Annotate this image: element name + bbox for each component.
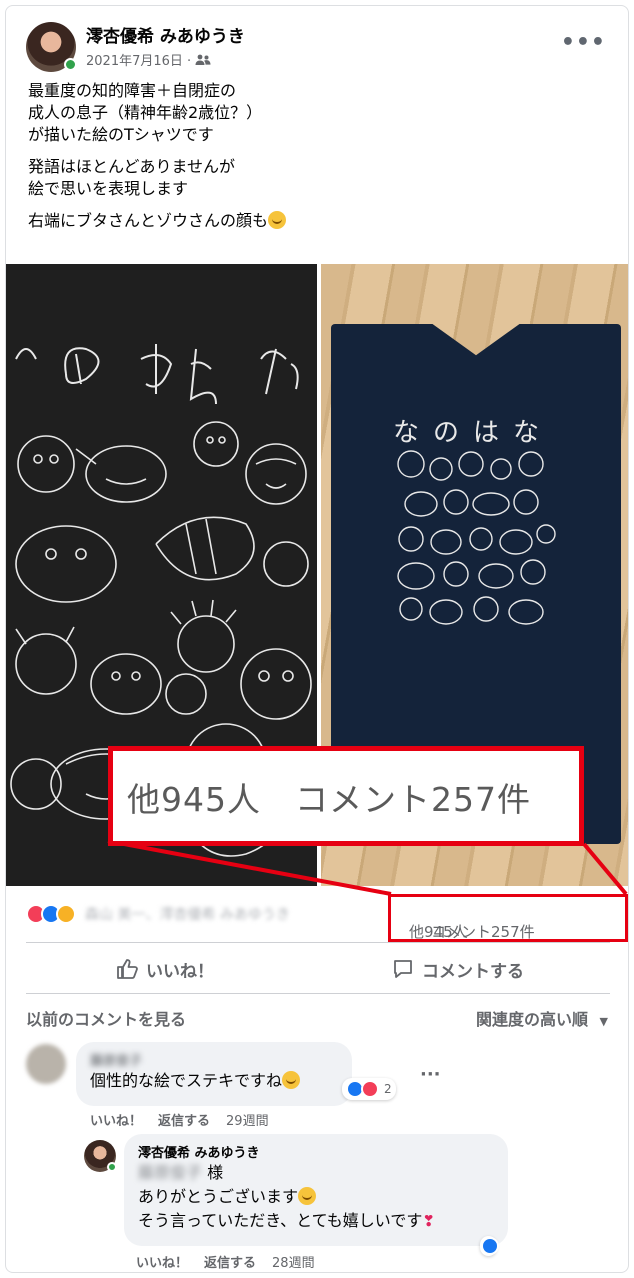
comment-timestamp[interactable]: 29週間 [226,1110,269,1129]
reply-addressee[interactable]: 藤原俊子 [138,1163,202,1182]
more-options-icon[interactable]: ••• [561,30,606,55]
smile-emoji-icon [298,1187,317,1205]
love-reaction-icon [361,1080,379,1098]
heart-exclamation-icon: ❣ [422,1212,435,1230]
comment-button[interactable]: コメントする [392,951,524,987]
comment-bubble: 藤原俊子 個性的な絵でステキですね [76,1042,352,1106]
post-meta: 2021年7月16日 · [86,50,211,69]
callout-magnified-counts: 他945人 コメント257件 [108,746,584,846]
online-status-dot [107,1162,117,1172]
comments-count[interactable]: コメント257件 [431,921,535,942]
reply-bubble: 澪杏優希 みあゆうき 藤原俊子 様 ありがとうございます そう言っていただき、と… [124,1134,508,1246]
divider-bottom [26,993,610,994]
commenter-avatar[interactable] [26,1044,66,1084]
online-status-dot [64,58,77,71]
callout-text: 他945人 コメント257件 [127,780,531,819]
comment-reply-link[interactable]: 返信する [158,1110,210,1129]
post-paragraph-2: 発語はほとんどありませんが 絵で思いを表現します [28,157,236,198]
reply-author-avatar[interactable] [84,1140,117,1172]
post-author-name[interactable]: 澪杏優希 みあゆうき [86,22,245,47]
reactor-names[interactable]: 森山 美一、澪杏優希 みあゆうき [85,904,290,924]
comment-reactions[interactable]: 2 [342,1078,396,1100]
divider-top [26,942,610,943]
chevron-down-icon: ▼ [599,1015,608,1028]
smile-emoji-icon [282,1071,301,1089]
post-paragraph-1: 最重度の知的障害＋自閉症の 成人の息子（精神年齢2歳位？） が描いた絵のTシャツ… [28,81,263,144]
comment-reaction-count: 2 [384,1082,392,1096]
like-button[interactable]: いいね！ [116,951,214,987]
facebook-post-card: 澪杏優希 みあゆうき 2021年7月16日 · ••• 最重度の知的障害＋自閉症… [5,5,629,1273]
comment-like-link[interactable]: いいね！ [90,1110,142,1129]
commenter-name[interactable]: 藤原俊子 [90,1050,338,1069]
reply-actions: いいね！ 返信する 28週間 [136,1252,315,1271]
thumbs-up-icon [117,959,138,979]
comment-button-label: コメントする [422,961,524,982]
comment-text: 個性的な絵でステキですね [90,1069,338,1093]
reply-reactions[interactable] [480,1236,499,1256]
reaction-counts-highlight: 他945人 コメント257件 [388,894,628,942]
sort-label: 関連度の高い順 [475,1010,588,1029]
reply-honorific: 様 [207,1163,224,1182]
reply-timestamp[interactable]: 28週間 [272,1252,315,1271]
comment-sort-dropdown[interactable]: 関連度の高い順 ▼ [476,1006,608,1030]
comment-bubble-icon [394,960,412,978]
like-button-label: いいね！ [146,961,214,982]
reply-author-name[interactable]: 澪杏優希 みあゆうき [138,1142,494,1161]
care-reaction-icon [56,904,76,924]
reply-reply-link[interactable]: 返信する [204,1252,256,1271]
audience-friends-icon[interactable] [195,54,211,66]
reply-addressee-line: 藤原俊子 様 [138,1161,494,1185]
view-previous-comments-link[interactable]: 以前のコメントを見る [26,1006,186,1030]
reply-like-link[interactable]: いいね！ [136,1252,188,1271]
reply-text-line-2: そう言っていただき、とても嬉しいです❣ [138,1211,435,1230]
comment-actions: いいね！ 返信する 29週間 [90,1110,269,1129]
post-body: 最重度の知的障害＋自閉症の 成人の息子（精神年齢2歳位？） が描いた絵のTシャツ… [28,80,608,242]
like-reaction-icon [481,1237,499,1255]
post-date[interactable]: 2021年7月16日 · [86,50,191,69]
reaction-summary[interactable]: 森山 美一、澪杏優希 みあゆうき [26,904,290,924]
smile-emoji-icon [268,211,287,229]
author-avatar[interactable] [26,22,77,72]
reply-text-line-1: ありがとうございます [138,1185,494,1209]
comment-more-icon[interactable]: ··· [420,1064,441,1085]
post-paragraph-3: 右端にブタさんとゾウさんの顔も [28,210,608,232]
